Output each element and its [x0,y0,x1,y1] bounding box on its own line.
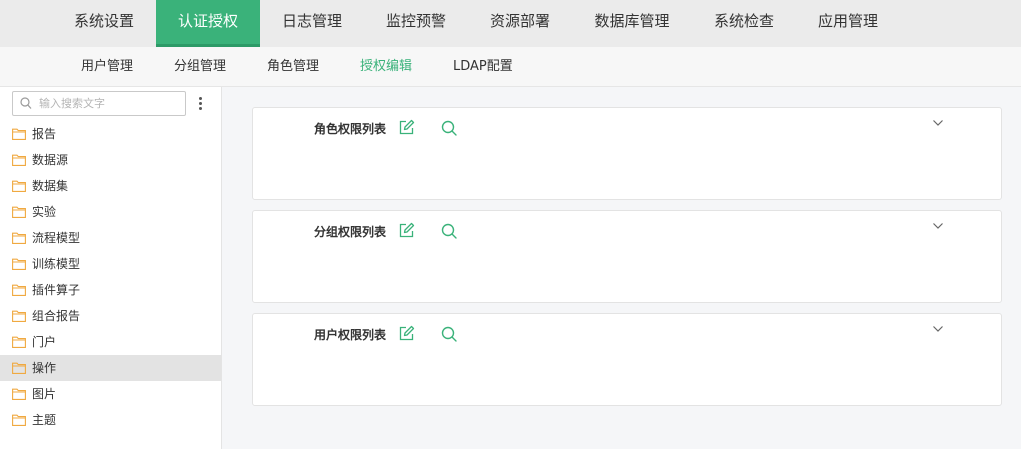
tree-item-dataset[interactable]: 数据集 [0,173,221,199]
tree-item-operation[interactable]: 操作 [0,355,221,381]
role-permission-panel: 角色权限列表 [252,107,1002,200]
tree-item-label: 门户 [32,335,57,349]
search-box [12,91,186,116]
tab-app-management[interactable]: 应用管理 [800,0,896,47]
tree-item-portal[interactable]: 门户 [0,329,221,355]
tree-item-label: 主题 [32,413,57,427]
tab-log-management[interactable]: 日志管理 [264,0,360,47]
tree-item-label: 训练模型 [32,257,81,271]
panel-title: 角色权限列表 [314,122,387,136]
folder-icon [12,414,26,426]
subtab-user-management[interactable]: 用户管理 [81,47,133,87]
view-search-icon[interactable] [441,223,457,239]
tab-auth[interactable]: 认证授权 [156,0,260,47]
tree-item-label: 组合报告 [32,309,81,323]
tree-item-plugin-operator[interactable]: 插件算子 [0,277,221,303]
more-options-icon[interactable] [192,96,208,112]
tree-item-flow-model[interactable]: 流程模型 [0,225,221,251]
subtab-ldap-config[interactable]: LDAP配置 [453,47,513,87]
folder-icon [12,362,26,374]
folder-icon [12,388,26,400]
search-icon [20,97,32,109]
edit-icon[interactable] [399,222,415,238]
subtab-group-management[interactable]: 分组管理 [174,47,226,87]
view-search-icon[interactable] [441,120,457,136]
folder-icon [12,180,26,192]
folder-icon [12,128,26,140]
chevron-down-icon[interactable] [932,119,944,127]
tab-auth-label: 认证授权 [177,12,238,30]
tree-item-experiment[interactable]: 实验 [0,199,221,225]
search-input[interactable] [39,95,179,112]
tree-item-label: 操作 [32,361,57,375]
folder-icon [12,154,26,166]
panel-title: 分组权限列表 [314,225,387,239]
sub-nav: 用户管理 分组管理 角色管理 授权编辑 LDAP配置 [0,47,1021,87]
tab-database-management[interactable]: 数据库管理 [576,0,688,47]
folder-icon [12,232,26,244]
tree-item-report[interactable]: 报告 [0,121,221,147]
user-permission-panel: 用户权限列表 [252,313,1002,406]
tree-item-label: 实验 [32,205,57,219]
edit-icon[interactable] [399,119,415,135]
view-search-icon[interactable] [441,326,457,342]
chevron-down-icon[interactable] [932,325,944,333]
tree-item-image[interactable]: 图片 [0,381,221,407]
folder-icon [12,206,26,218]
tree-item-label: 报告 [32,127,57,141]
tree-item-trained-model[interactable]: 训练模型 [0,251,221,277]
tree-item-datasource[interactable]: 数据源 [0,147,221,173]
tree-item-label: 流程模型 [32,231,81,245]
tab-system-check[interactable]: 系统检查 [696,0,792,47]
group-permission-panel: 分组权限列表 [252,210,1002,303]
folder-icon [12,284,26,296]
tab-resource-deploy[interactable]: 资源部署 [472,0,568,47]
tree-item-label: 插件算子 [32,283,81,297]
tree-item-composite-report[interactable]: 组合报告 [0,303,221,329]
top-nav: 系统设置 认证授权 日志管理 监控预警 资源部署 数据库管理 系统检查 应用管理 [0,0,1021,47]
tree-item-label: 图片 [32,387,57,401]
resource-tree-sidebar: 报告 数据源 数据集 实验 流程模型 训练模型 插件算子 组合报告 门户 操作 … [0,87,222,449]
tree-item-label: 数据集 [32,179,69,193]
panel-title: 用户权限列表 [314,328,387,342]
tab-monitoring[interactable]: 监控预警 [368,0,464,47]
folder-icon [12,258,26,270]
tab-system-settings[interactable]: 系统设置 [56,0,152,47]
folder-icon [12,310,26,322]
subtab-permission-edit[interactable]: 授权编辑 [360,47,412,87]
folder-icon [12,336,26,348]
chevron-down-icon[interactable] [932,222,944,230]
tree-item-theme[interactable]: 主题 [0,407,221,433]
subtab-role-management[interactable]: 角色管理 [267,47,319,87]
tree-item-label: 数据源 [32,153,69,167]
edit-icon[interactable] [399,325,415,341]
